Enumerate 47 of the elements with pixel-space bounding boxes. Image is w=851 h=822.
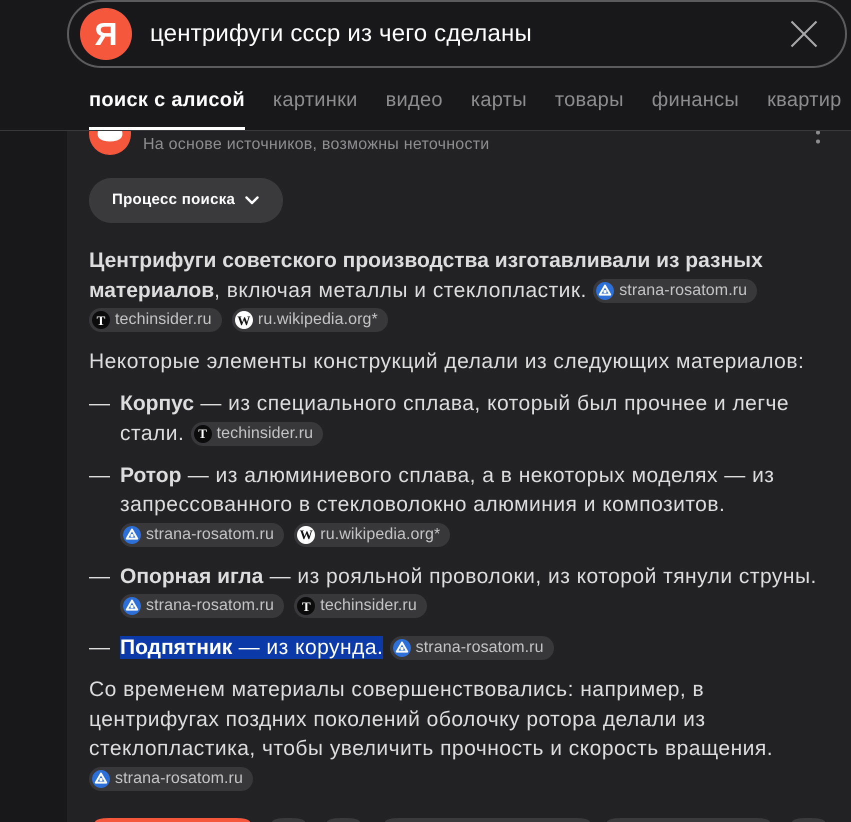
list-item-text: Корпус — из специального сплава, который был прочнее и легче стали. T techinsider.ru bbox=[120, 391, 790, 448]
avatar-icon bbox=[89, 131, 131, 155]
search-input[interactable]: центрифуги ссср из чего сделаны bbox=[150, 16, 790, 52]
source-link[interactable]: W ru.wikipedia.org* bbox=[232, 308, 388, 332]
list-item-text: Подпятник — из корунда. strana-rosatom.ru bbox=[120, 633, 839, 662]
source-link[interactable]: strana-rosatom.ru bbox=[89, 766, 253, 791]
paragraph-text: Центрифуги советского производства изготавливали из разных материалов, включая металлы и стеклопластик. strana-rosatom.ru T techinsider.ru W ru.wikipedia.org* bbox=[89, 246, 839, 334]
search-tab[interactable]: финансы bbox=[652, 68, 740, 130]
source-link[interactable]: strana-rosatom.ru bbox=[120, 594, 284, 618]
search-tab[interactable]: видео bbox=[386, 68, 443, 130]
source-link[interactable]: strana-rosatom.ru bbox=[120, 522, 284, 547]
disclaimer-text: На основе источников, возможны неточности bbox=[143, 136, 490, 154]
letter-logo-icon: T bbox=[194, 424, 212, 443]
list-dash: — bbox=[89, 635, 112, 661]
letter-logo-icon: T bbox=[297, 597, 316, 616]
source-link[interactable]: strana-rosatom.ru bbox=[593, 278, 758, 303]
source-link[interactable]: T techinsider.ru bbox=[294, 594, 427, 618]
triangle-emblem-icon bbox=[392, 639, 411, 658]
list-dash: — bbox=[89, 564, 112, 590]
list-dash: — bbox=[89, 391, 112, 417]
source-link[interactable]: strana-rosatom.ru bbox=[390, 636, 554, 660]
triangle-emblem-icon bbox=[123, 526, 141, 544]
search-tab[interactable]: квартир bbox=[767, 68, 842, 130]
triangle-emblem-icon bbox=[123, 597, 141, 616]
letter-logo-icon: W bbox=[297, 526, 316, 544]
list-dash: — bbox=[89, 462, 112, 488]
search-bar[interactable]: Я центрифуги ссср из чего сделаны bbox=[67, 0, 847, 68]
more-icon[interactable] bbox=[815, 131, 821, 145]
action-button[interactable] bbox=[95, 818, 250, 822]
search-process-button[interactable]: Процесс поиска bbox=[89, 178, 284, 223]
close-icon[interactable] bbox=[790, 20, 818, 48]
source-link[interactable]: T techinsider.ru bbox=[190, 422, 324, 446]
source-link[interactable]: W ru.wikipedia.org* bbox=[294, 522, 450, 547]
paragraph-text: Со временем материалы совершенствовались: например, в центрифугах поздних поколений оболочку ротора делали из стеклопластика, чтобы увеличить прочность и скорость вращения. strana-rosatom.ru bbox=[89, 675, 839, 793]
letter-logo-icon: W bbox=[234, 311, 253, 330]
triangle-emblem-icon bbox=[596, 282, 614, 300]
list-item-text: Ротор — из алюминиевого сплава, а в некоторых моделях — из запрессованного в стекловолокно алюминия и композитов. strana-rosatom.ru W ru.wikipedia.org* bbox=[120, 460, 839, 549]
list-item-text: Опорная игла — из рояльной проволоки, из которой тянули струны. strana-rosatom.ru T techinsider.ru bbox=[120, 562, 839, 620]
letter-logo-icon: T bbox=[92, 311, 110, 330]
search-tab[interactable]: товары bbox=[554, 68, 624, 130]
triangle-emblem-icon bbox=[92, 770, 110, 788]
search-tab[interactable]: картинки bbox=[272, 68, 358, 130]
chevron-down-icon bbox=[245, 196, 260, 205]
paragraph-text: Некоторые элементы конструкций делали из следующих материалов: bbox=[89, 349, 806, 375]
source-link[interactable]: T techinsider.ru bbox=[89, 308, 222, 332]
site-logo[interactable]: Я bbox=[80, 8, 132, 60]
search-tab[interactable]: карты bbox=[470, 68, 527, 130]
